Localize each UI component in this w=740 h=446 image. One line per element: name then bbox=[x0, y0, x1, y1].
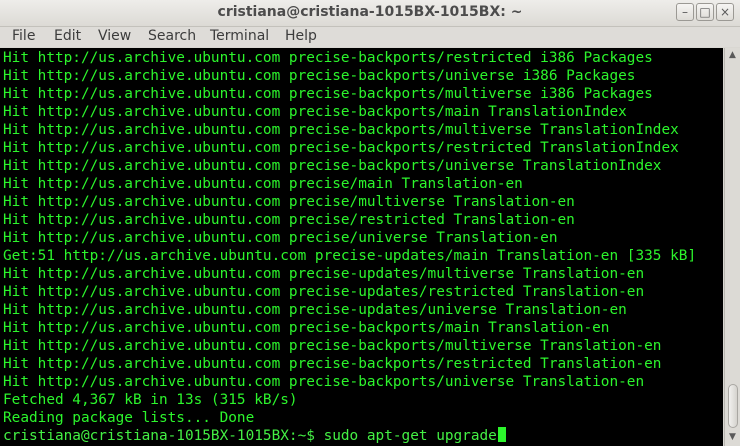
terminal-line: Hit http://us.archive.ubuntu.com precise… bbox=[3, 194, 575, 210]
prompt-command: cristiana@cristiana-1015BX-1015BX:~$ sud… bbox=[3, 428, 497, 444]
terminal-line: Hit http://us.archive.ubuntu.com precise… bbox=[3, 86, 653, 102]
terminal-line: Hit http://us.archive.ubuntu.com precise… bbox=[3, 230, 558, 246]
scrollbar-thumb[interactable] bbox=[728, 384, 738, 428]
terminal-line: Reading package lists... Done bbox=[3, 410, 255, 426]
minimize-button[interactable]: – bbox=[676, 3, 694, 21]
menu-help[interactable]: Help bbox=[285, 28, 317, 44]
menu-search[interactable]: Search bbox=[148, 28, 196, 44]
maximize-button[interactable]: □ bbox=[696, 3, 714, 21]
terminal-line: Hit http://us.archive.ubuntu.com precise… bbox=[3, 176, 523, 192]
terminal-line: Hit http://us.archive.ubuntu.com precise… bbox=[3, 158, 662, 174]
terminal-line: Hit http://us.archive.ubuntu.com precise… bbox=[3, 50, 653, 66]
menu-bar: File Edit View Search Terminal Help bbox=[0, 27, 740, 47]
terminal-line: Fetched 4,367 kB in 13s (315 kB/s) bbox=[3, 392, 298, 408]
close-button[interactable]: × bbox=[716, 3, 734, 21]
terminal-line: Hit http://us.archive.ubuntu.com precise… bbox=[3, 284, 645, 300]
text-cursor bbox=[497, 427, 506, 442]
terminal-line: Hit http://us.archive.ubuntu.com precise… bbox=[3, 140, 679, 156]
terminal-prompt-line[interactable]: cristiana@cristiana-1015BX-1015BX:~$ sud… bbox=[3, 427, 696, 445]
terminal-output[interactable]: Hit http://us.archive.ubuntu.com precise… bbox=[0, 48, 723, 446]
terminal-line: Hit http://us.archive.ubuntu.com precise… bbox=[3, 302, 627, 318]
terminal-line: Hit http://us.archive.ubuntu.com precise… bbox=[3, 374, 645, 390]
terminal-line: Hit http://us.archive.ubuntu.com precise… bbox=[3, 122, 679, 138]
terminal-line: Get:51 http://us.archive.ubuntu.com prec… bbox=[3, 248, 697, 264]
terminal-line: Hit http://us.archive.ubuntu.com precise… bbox=[3, 266, 645, 282]
terminal-line: Hit http://us.archive.ubuntu.com precise… bbox=[3, 356, 662, 372]
terminal-line: Hit http://us.archive.ubuntu.com precise… bbox=[3, 320, 610, 336]
menu-view[interactable]: View bbox=[98, 28, 131, 44]
menu-file[interactable]: File bbox=[12, 28, 35, 44]
window-controls: – □ × bbox=[676, 3, 734, 21]
window-title: cristiana@cristiana-1015BX-1015BX: ~ bbox=[217, 4, 523, 20]
terminal-line: Hit http://us.archive.ubuntu.com precise… bbox=[3, 338, 662, 354]
terminal-lines: Hit http://us.archive.ubuntu.com precise… bbox=[3, 49, 696, 445]
scroll-down-icon[interactable]: ▼ bbox=[725, 432, 740, 442]
terminal-line: Hit http://us.archive.ubuntu.com precise… bbox=[3, 212, 575, 228]
vertical-scrollbar[interactable]: ▲ ▼ bbox=[724, 48, 740, 446]
menu-edit[interactable]: Edit bbox=[54, 28, 81, 44]
menu-terminal[interactable]: Terminal bbox=[210, 28, 269, 44]
terminal-window: cristiana@cristiana-1015BX-1015BX: ~ – □… bbox=[0, 0, 740, 446]
terminal-line: Hit http://us.archive.ubuntu.com precise… bbox=[3, 68, 636, 84]
title-bar[interactable]: cristiana@cristiana-1015BX-1015BX: ~ – □… bbox=[0, 0, 740, 27]
terminal-line: Hit http://us.archive.ubuntu.com precise… bbox=[3, 104, 627, 120]
scroll-up-icon[interactable]: ▲ bbox=[725, 50, 740, 60]
